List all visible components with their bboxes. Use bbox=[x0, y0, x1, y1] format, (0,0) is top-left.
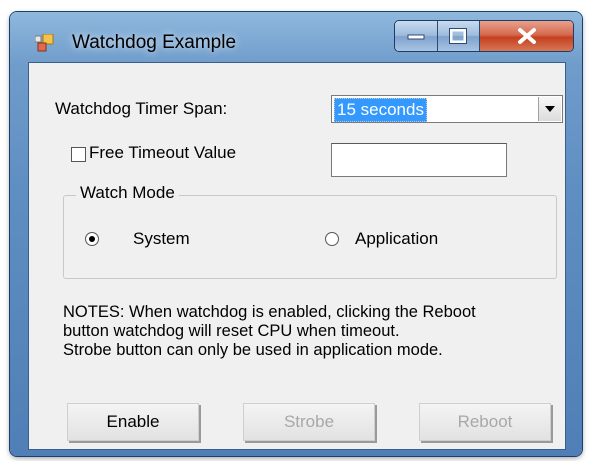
close-icon bbox=[517, 28, 536, 44]
minimize-button[interactable] bbox=[395, 21, 438, 51]
radio-selected-dot bbox=[89, 236, 95, 242]
timer-span-dropdown[interactable]: 15 seconds bbox=[331, 95, 563, 123]
free-timeout-label[interactable]: Free Timeout Value bbox=[89, 143, 236, 163]
client-area: Watchdog Timer Span: 15 seconds Free Tim… bbox=[28, 62, 566, 450]
app-icon bbox=[34, 33, 55, 52]
application-radio[interactable] bbox=[325, 232, 339, 246]
application-label[interactable]: Application bbox=[355, 229, 438, 249]
notes-line-3: Strobe button can only be used in applic… bbox=[63, 341, 443, 359]
maximize-button[interactable] bbox=[437, 21, 481, 51]
notes-text: NOTES: When watchdog is enabled, clickin… bbox=[63, 303, 563, 360]
notes-line-1: NOTES: When watchdog is enabled, clickin… bbox=[63, 303, 476, 321]
app-window: Watchdog Example Watchdog Timer Span: 15… bbox=[10, 12, 582, 456]
close-button[interactable] bbox=[480, 21, 573, 51]
reboot-button[interactable]: Reboot bbox=[419, 403, 551, 441]
system-radio[interactable] bbox=[85, 232, 99, 246]
timer-span-label: Watchdog Timer Span: bbox=[55, 99, 228, 118]
free-timeout-checkbox[interactable] bbox=[71, 147, 86, 162]
window-title: Watchdog Example bbox=[72, 32, 237, 53]
strobe-button[interactable]: Strobe bbox=[243, 403, 375, 441]
maximize-icon bbox=[449, 28, 468, 44]
free-timeout-input[interactable] bbox=[331, 143, 507, 177]
system-label[interactable]: System bbox=[133, 229, 190, 249]
timer-span-value: 15 seconds bbox=[334, 98, 427, 122]
notes-line-2: button watchdog will reset CPU when time… bbox=[63, 322, 400, 340]
title-bar[interactable]: Watchdog Example bbox=[10, 12, 582, 62]
enable-button[interactable]: Enable bbox=[67, 403, 199, 441]
chevron-down-icon bbox=[545, 106, 555, 112]
watch-mode-legend: Watch Mode bbox=[76, 183, 179, 203]
minimize-icon bbox=[407, 34, 425, 40]
caption-buttons bbox=[394, 20, 574, 52]
dropdown-arrow-button[interactable] bbox=[538, 97, 561, 121]
